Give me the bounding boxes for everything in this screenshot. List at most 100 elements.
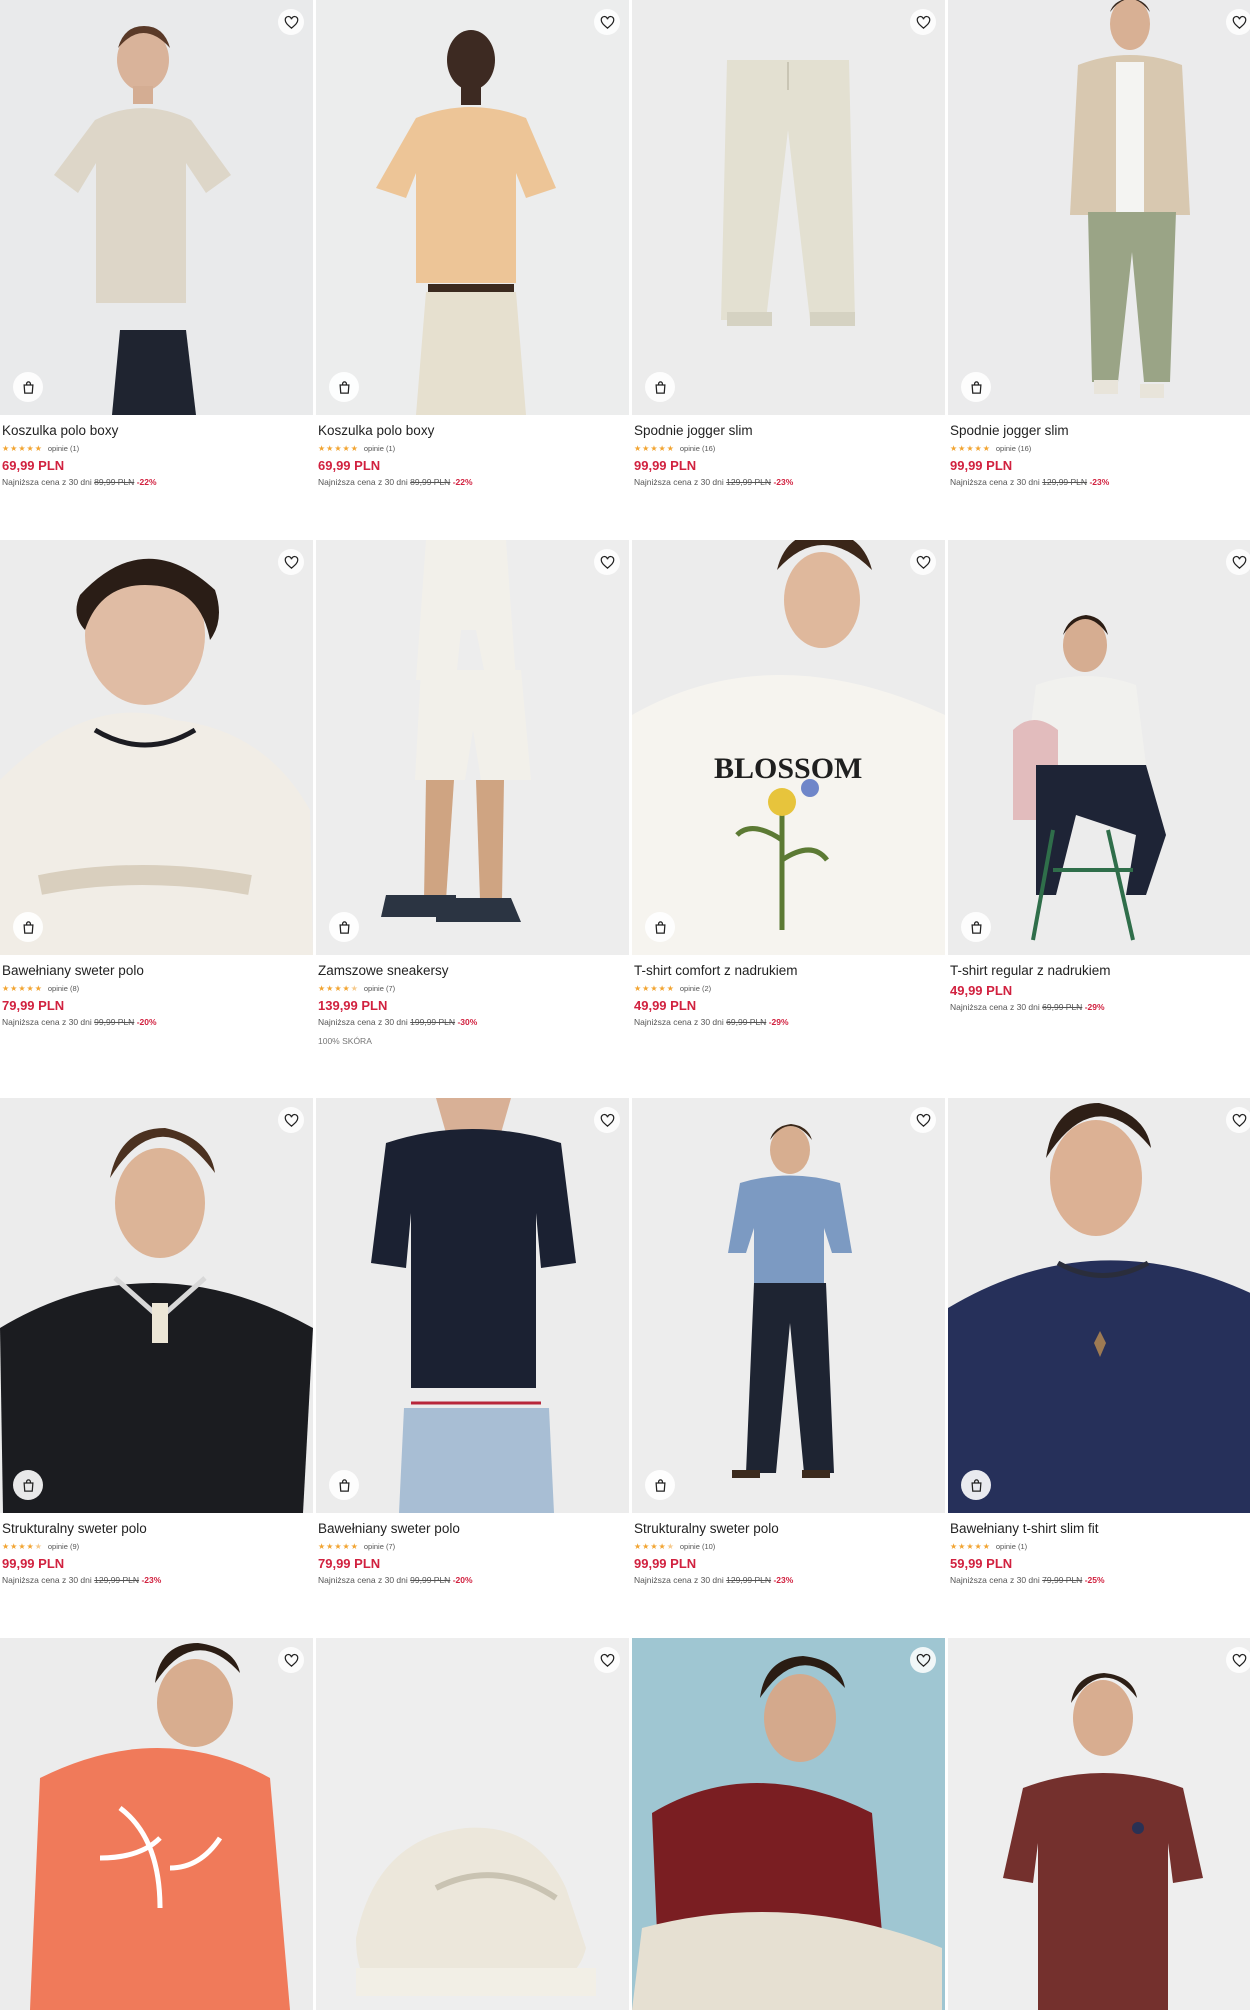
review-count[interactable]: opinie (8) [48, 984, 79, 993]
wishlist-button[interactable] [594, 549, 620, 575]
wishlist-button[interactable] [594, 9, 620, 35]
wishlist-button[interactable] [910, 9, 936, 35]
product-name[interactable]: Bawełniany t-shirt slim fit [950, 1521, 1250, 1537]
star-icon: ★ [950, 1541, 958, 1551]
wishlist-button[interactable] [278, 1107, 304, 1133]
product-image[interactable] [0, 1098, 313, 1513]
product-name[interactable]: Spodnie jogger slim [634, 423, 943, 439]
lowest-price-info: Najniższa cena z 30 dni 99,99 PLN -20% [318, 1575, 627, 1586]
product-card[interactable]: Strukturalny sweter polo ★ ★ ★ ★ ★ opinie (1… [632, 1098, 945, 1586]
product-card[interactable]: Spodnie jogger slim ★ ★ ★ ★ ★ opinie (16) 99… [632, 0, 945, 488]
product-card[interactable]: BLOSSOM T-shirt comfort z nadrukiem ★ ★ ★ ★… [632, 540, 945, 1028]
heart-icon [916, 1653, 930, 1667]
product-card[interactable]: Zamszowe sneakersy ★ ★ ★ ★ ★ opinie (7) 139,… [316, 540, 629, 1046]
rating: ★ ★ ★ ★ ★ opinie (7) [318, 1541, 627, 1552]
wishlist-button[interactable] [278, 1647, 304, 1673]
product-image[interactable]: BLOSSOM [632, 540, 945, 955]
shopping-bag-icon [654, 380, 666, 394]
product-name[interactable]: Bawełniany sweter polo [318, 1521, 627, 1537]
add-to-cart-button[interactable] [13, 912, 43, 942]
product-name[interactable]: Strukturalny sweter polo [2, 1521, 311, 1537]
product-card[interactable]: Strukturalny sweter polo ★ ★ ★ ★ ★ opinie (9… [0, 1098, 313, 1586]
add-to-cart-button[interactable] [961, 912, 991, 942]
product-card[interactable] [632, 1638, 945, 2010]
product-image[interactable] [948, 1098, 1250, 1513]
product-photo-illustration: BLOSSOM [632, 540, 945, 955]
rating: ★ ★ ★ ★ ★ opinie (7) [318, 983, 627, 994]
product-image[interactable] [316, 0, 629, 415]
product-name[interactable]: Strukturalny sweter polo [634, 1521, 943, 1537]
add-to-cart-button[interactable] [645, 1470, 675, 1500]
product-card[interactable]: Bawełniany t-shirt slim fit ★ ★ ★ ★ ★ opinie… [948, 1098, 1250, 1586]
product-image[interactable] [316, 1098, 629, 1513]
product-name[interactable]: T-shirt comfort z nadrukiem [634, 963, 943, 979]
product-image[interactable] [0, 1638, 313, 2010]
review-count[interactable]: opinie (7) [364, 1542, 395, 1551]
product-card[interactable]: Koszulka polo boxy ★ ★ ★ ★ ★ opinie (1) 69,9… [316, 0, 629, 488]
product-name[interactable]: Zamszowe sneakersy [318, 963, 627, 979]
add-to-cart-button[interactable] [329, 372, 359, 402]
add-to-cart-button[interactable] [13, 1470, 43, 1500]
review-count[interactable]: opinie (16) [996, 444, 1031, 453]
wishlist-button[interactable] [1226, 1647, 1250, 1673]
review-count[interactable]: opinie (1) [364, 444, 395, 453]
product-image[interactable] [948, 1638, 1250, 2010]
product-name[interactable]: Bawełniany sweter polo [2, 963, 311, 979]
star-icon: ★ [342, 443, 350, 453]
star-rating: ★ ★ ★ ★ ★ [2, 444, 42, 454]
star-icon: ★ [34, 983, 42, 993]
add-to-cart-button[interactable] [961, 1470, 991, 1500]
review-count[interactable]: opinie (10) [680, 1542, 715, 1551]
add-to-cart-button[interactable] [329, 1470, 359, 1500]
product-card[interactable] [948, 1638, 1250, 2010]
wishlist-button[interactable] [1226, 9, 1250, 35]
add-to-cart-button[interactable] [645, 372, 675, 402]
product-image[interactable] [632, 1098, 945, 1513]
star-icon: ★ [982, 1541, 990, 1551]
review-count[interactable]: opinie (16) [680, 444, 715, 453]
product-image[interactable] [0, 0, 313, 415]
heart-icon [600, 555, 614, 569]
review-count[interactable]: opinie (7) [364, 984, 395, 993]
product-image[interactable] [632, 0, 945, 415]
product-card[interactable]: Bawełniany sweter polo ★ ★ ★ ★ ★ opinie (8) … [0, 540, 313, 1028]
review-count[interactable]: opinie (2) [680, 984, 711, 993]
print-text: BLOSSOM [714, 752, 862, 785]
product-card[interactable]: Bawełniany sweter polo ★ ★ ★ ★ ★ opinie (7) … [316, 1098, 629, 1586]
review-count[interactable]: opinie (9) [48, 1542, 79, 1551]
product-card[interactable]: T-shirt regular z nadrukiem 49,99 PLN Na… [948, 540, 1250, 1013]
lowest-price-info: Najniższa cena z 30 dni 69,99 PLN -29% [634, 1017, 943, 1028]
product-card[interactable] [0, 1638, 313, 2010]
add-to-cart-button[interactable] [645, 912, 675, 942]
product-name[interactable]: Koszulka polo boxy [2, 423, 311, 439]
wishlist-button[interactable] [278, 9, 304, 35]
wishlist-button[interactable] [1226, 549, 1250, 575]
product-card[interactable] [316, 1638, 629, 2010]
product-image[interactable] [316, 540, 629, 955]
rating: ★ ★ ★ ★ ★ opinie (1) [950, 1541, 1250, 1552]
review-count[interactable]: opinie (1) [996, 1542, 1027, 1551]
product-name[interactable]: T-shirt regular z nadrukiem [950, 963, 1250, 979]
add-to-cart-button[interactable] [961, 372, 991, 402]
wishlist-button[interactable] [910, 1647, 936, 1673]
product-image[interactable] [0, 540, 313, 955]
wishlist-button[interactable] [594, 1107, 620, 1133]
product-image[interactable] [948, 0, 1250, 415]
add-to-cart-button[interactable] [329, 912, 359, 942]
product-image[interactable] [948, 540, 1250, 955]
product-card[interactable]: Spodnie jogger slim ★ ★ ★ ★ ★ opinie (16) 99… [948, 0, 1250, 488]
wishlist-button[interactable] [910, 1107, 936, 1133]
product-card[interactable]: Koszulka polo boxy ★ ★ ★ ★ ★ opinie (1) 69,9… [0, 0, 313, 488]
heart-icon [916, 555, 930, 569]
wishlist-button[interactable] [278, 549, 304, 575]
product-image[interactable] [632, 1638, 945, 2010]
review-count[interactable]: opinie (1) [48, 444, 79, 453]
product-name[interactable]: Koszulka polo boxy [318, 423, 627, 439]
old-price: 129,99 PLN [726, 1575, 772, 1585]
add-to-cart-button[interactable] [13, 372, 43, 402]
wishlist-button[interactable] [594, 1647, 620, 1673]
product-name[interactable]: Spodnie jogger slim [950, 423, 1250, 439]
wishlist-button[interactable] [910, 549, 936, 575]
wishlist-button[interactable] [1226, 1107, 1250, 1133]
product-image[interactable] [316, 1638, 629, 2010]
